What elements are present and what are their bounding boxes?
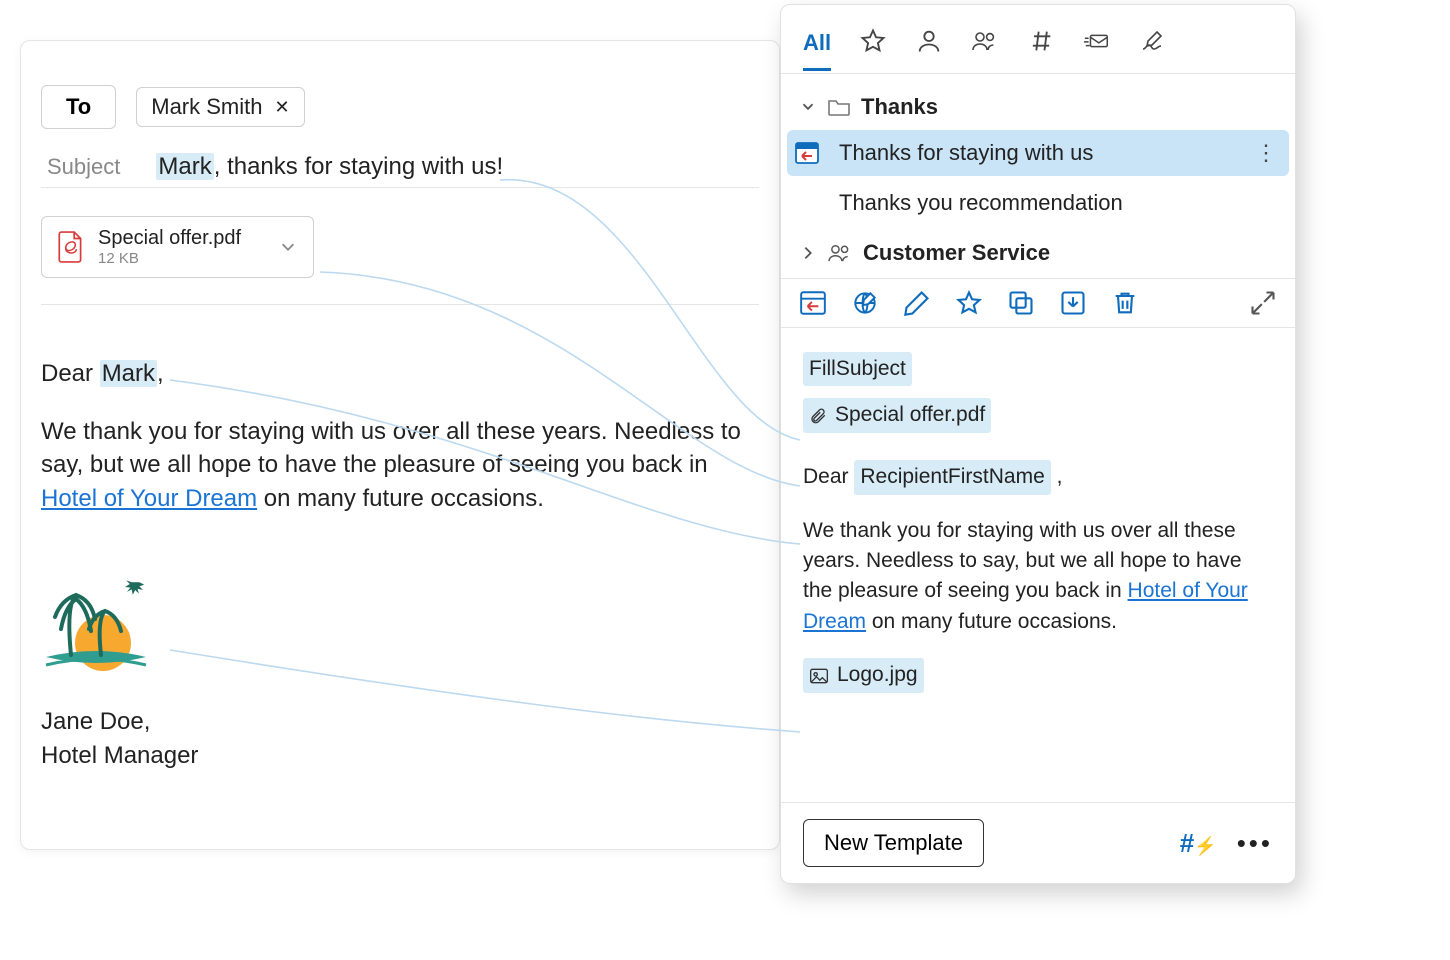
body-paragraph: We thank you for staying with us over al… [41, 415, 759, 516]
tab-personal[interactable] [915, 27, 943, 73]
folder-label: Thanks [861, 94, 938, 120]
tab-edit[interactable] [1139, 27, 1167, 73]
template-image[interactable]: Logo.jpg [803, 658, 924, 692]
image-icon [809, 667, 829, 685]
greeting-line: Dear Mark, [41, 357, 759, 391]
greeting-name: Mark [100, 360, 157, 387]
panel-tabs: All [781, 5, 1295, 74]
subject-label: Subject [47, 154, 120, 180]
tab-favorites[interactable] [859, 27, 887, 73]
divider [41, 187, 759, 188]
person-icon [915, 27, 943, 61]
panel-footer: New Template #⚡ ••• [781, 802, 1295, 883]
template-preview: FillSubject Special offer.pdf Dear Recip… [781, 328, 1295, 802]
subject-macro-value: Mark [156, 153, 213, 180]
attachment-name: Special offer.pdf [98, 227, 241, 250]
template-greeting: Dear RecipientFirstName , [803, 460, 1273, 494]
folder-icon [827, 97, 851, 117]
pencil-signature-icon [1139, 27, 1167, 61]
pdf-icon [58, 231, 84, 263]
recipient-name: Mark Smith [151, 94, 262, 120]
template-attachment[interactable]: Special offer.pdf [803, 398, 991, 432]
signature-title: Hotel Manager [41, 739, 759, 773]
more-icon[interactable]: ••• [1237, 828, 1273, 859]
paperclip-icon [809, 407, 827, 425]
compose-window: To Mark Smith ✕ Subject Mark, thanks for… [20, 40, 780, 850]
edit-icon[interactable] [903, 289, 931, 317]
tab-all[interactable]: All [803, 30, 831, 71]
new-template-button[interactable]: New Template [803, 819, 984, 867]
people-icon [971, 27, 999, 61]
mail-fast-icon [1083, 27, 1111, 61]
template-item-staying[interactable]: Thanks for staying with us ⋮ [787, 130, 1289, 176]
template-toolbar [781, 278, 1295, 328]
tab-team[interactable] [971, 27, 999, 73]
star-icon [859, 27, 887, 61]
attachment-size: 12 KB [98, 250, 241, 267]
remove-recipient-icon[interactable]: ✕ [275, 97, 290, 118]
hotel-link[interactable]: Hotel of Your Dream [41, 485, 257, 512]
folder-thanks[interactable]: Thanks [797, 88, 1279, 126]
template-item-recommendation[interactable]: Thanks you recommendation [787, 180, 1289, 226]
to-row: To Mark Smith ✕ [41, 85, 759, 129]
chevron-right-icon [799, 244, 817, 262]
insert-template-icon [794, 141, 820, 165]
subject-row: Subject Mark, thanks for staying with us… [41, 153, 759, 181]
template-item-label: Thanks for staying with us [839, 140, 1237, 166]
folder-customer-service[interactable]: Customer Service [797, 234, 1279, 272]
folder-label: Customer Service [863, 240, 1050, 266]
macro-recipient-first-name[interactable]: RecipientFirstName [854, 460, 1050, 494]
recipient-chip[interactable]: Mark Smith ✕ [136, 87, 304, 127]
subject-input[interactable]: Mark, thanks for staying with us! [156, 153, 503, 181]
shortcut-icon[interactable]: #⚡ [1180, 828, 1217, 859]
signature-logo [41, 575, 151, 675]
email-body[interactable]: Dear Mark, We thank you for staying with… [41, 357, 759, 772]
signature-name: Jane Doe, [41, 705, 759, 739]
more-icon[interactable]: ⋮ [1255, 140, 1279, 166]
people-icon [827, 243, 853, 263]
template-item-label: Thanks you recommendation [839, 190, 1279, 216]
template-paragraph: We thank you for staying with us over al… [803, 516, 1273, 638]
templates-panel: All Thanks Thanks for staying with us ⋮ … [780, 4, 1296, 884]
expand-icon[interactable] [1249, 289, 1277, 317]
copy-icon[interactable] [1007, 289, 1035, 317]
tab-mail[interactable] [1083, 27, 1111, 73]
macro-fillsubject[interactable]: FillSubject [803, 352, 912, 386]
tab-shortcuts[interactable] [1027, 27, 1055, 73]
chevron-down-icon[interactable] [279, 238, 297, 256]
import-icon[interactable] [1059, 289, 1087, 317]
template-tree: Thanks Thanks for staying with us ⋮ Than… [781, 74, 1295, 278]
edit-html-icon[interactable] [851, 289, 879, 317]
attachment-chip[interactable]: Special offer.pdf 12 KB [41, 216, 314, 278]
to-button[interactable]: To [41, 85, 116, 129]
hash-icon [1027, 27, 1055, 61]
chevron-down-icon [799, 98, 817, 116]
insert-icon[interactable] [799, 289, 827, 317]
delete-icon[interactable] [1111, 289, 1139, 317]
favorite-icon[interactable] [955, 289, 983, 317]
divider [41, 304, 759, 305]
